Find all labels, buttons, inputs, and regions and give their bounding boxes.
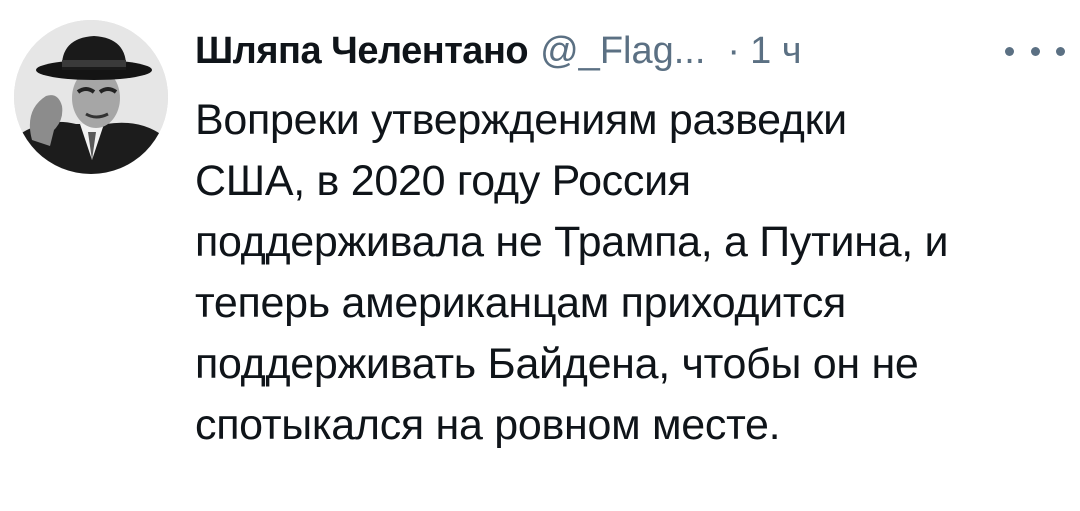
tweet-text-line: спотыкался на ровном месте.	[195, 401, 781, 449]
more-dot	[1005, 46, 1014, 56]
author-handle[interactable]: @_Flag...	[540, 22, 705, 80]
more-dot	[1030, 46, 1040, 56]
separator-dot: ·	[727, 30, 741, 72]
tweet-text-line: поддерживать Байдена, чтобы он не	[195, 340, 919, 388]
author-avatar[interactable]	[14, 20, 168, 174]
more-dot	[1056, 46, 1065, 56]
tweet-text: Вопреки утверждениям разведки США, в 202…	[195, 90, 1065, 456]
author-display-name[interactable]: Шляпа Челентано	[195, 22, 529, 80]
more-options-icon[interactable]	[1005, 36, 1065, 66]
tweet-header: Шляпа Челентано @_Flag... · 1 ч	[195, 22, 1065, 80]
tweet-text-line: Вопреки утверждениям разведки	[195, 96, 847, 144]
tweet-timestamp[interactable]: 1 ч	[750, 22, 802, 80]
tweet-text-line: США, в 2020 году Россия	[195, 157, 691, 205]
tweet-text-line: поддерживала не Трампа, а Путина, и	[195, 218, 949, 266]
tweet-content: Шляпа Челентано @_Flag... · 1 ч Вопреки …	[195, 22, 1065, 456]
tweet-text-line: теперь американцам приходится	[195, 279, 846, 327]
tweet-card[interactable]: Шляпа Челентано @_Flag... · 1 ч Вопреки …	[0, 0, 1080, 511]
person-in-hat-avatar-icon	[14, 20, 168, 174]
